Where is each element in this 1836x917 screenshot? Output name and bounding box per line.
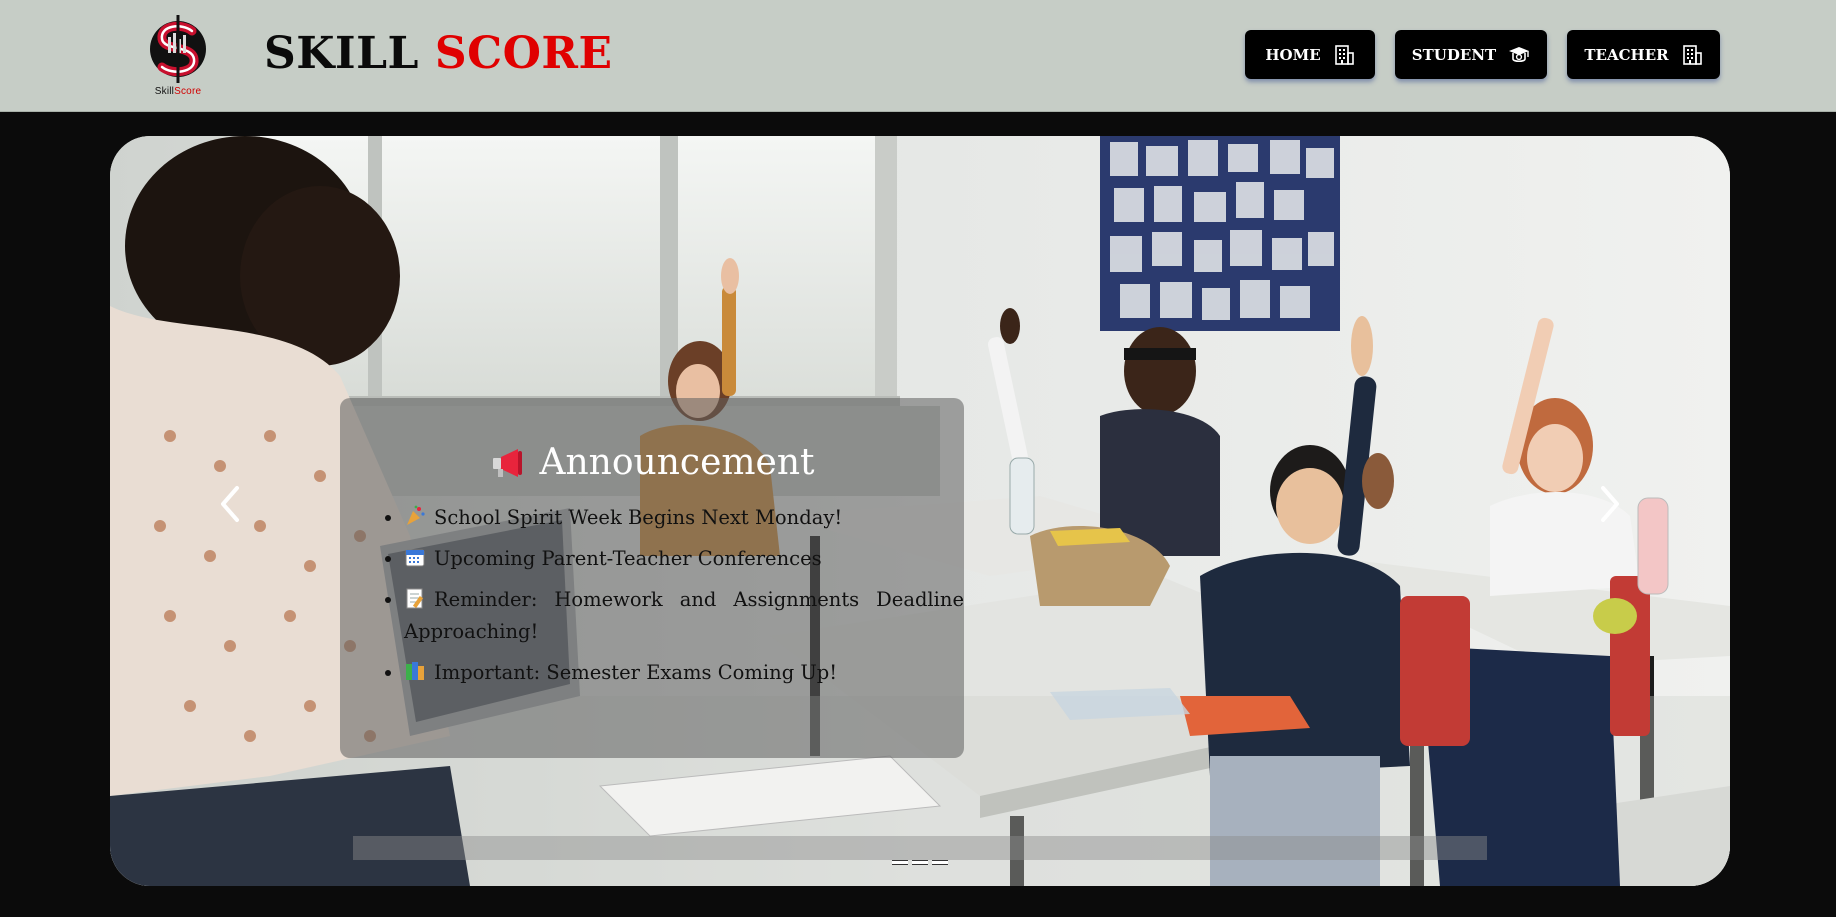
logo-emblem-icon [150,15,206,83]
nav-home-button[interactable]: HOME [1245,30,1375,79]
announcement-list: School Spirit Week Begins Next Monday! U… [382,502,964,698]
carousel-indicator[interactable] [932,860,948,865]
graduation-cap-icon [1509,46,1530,62]
calendar-icon [405,549,425,567]
nav-teacher-label: TEACHER [1584,45,1669,64]
carousel-prev-button[interactable] [200,474,260,534]
megaphone-icon [492,448,522,477]
skillscore-logo[interactable]: SkillScore [142,11,214,99]
announcement-item[interactable]: Reminder: Homework and Assignments Deadl… [404,584,964,648]
carousel-next-button[interactable] [1580,474,1640,534]
books-icon [406,662,424,680]
announcement-panel: Announcement School Spirit Week Begins N… [340,398,964,758]
carousel-indicator[interactable] [912,860,928,865]
nav-student-button[interactable]: STUDENT [1395,30,1547,79]
building-icon [1682,44,1702,65]
carousel-indicators [892,860,948,865]
brand-word-skill: SKILL [264,28,419,79]
hero-carousel: Announcement School Spirit Week Begins N… [110,136,1730,886]
building-icon [1334,44,1354,65]
chevron-right-icon [1601,486,1619,522]
brand-title: SKILL SCORE [264,26,613,82]
announcement-item[interactable]: Upcoming Parent-Teacher Conferences [404,543,964,575]
nav-student-label: STUDENT [1411,45,1497,64]
chevron-left-icon [221,486,239,522]
carousel-indicator[interactable] [892,860,908,865]
announcement-item[interactable]: School Spirit Week Begins Next Monday! [404,502,964,534]
top-header: SkillScore SKILL SCORE HOME STUDENT TEAC… [0,0,1836,112]
brand-word-score: SCORE [434,28,613,79]
nav-teacher-button[interactable]: TEACHER [1567,30,1720,79]
nav-home-label: HOME [1265,45,1321,64]
carousel-caption-strip [353,836,1487,860]
party-popper-icon [407,505,425,525]
logo-caption: SkillScore [154,86,202,97]
announcement-title: Announcement [539,442,815,483]
announcement-heading: Announcement [340,442,964,483]
memo-icon [406,588,424,609]
announcement-item[interactable]: Important: Semester Exams Coming Up! [404,657,964,689]
